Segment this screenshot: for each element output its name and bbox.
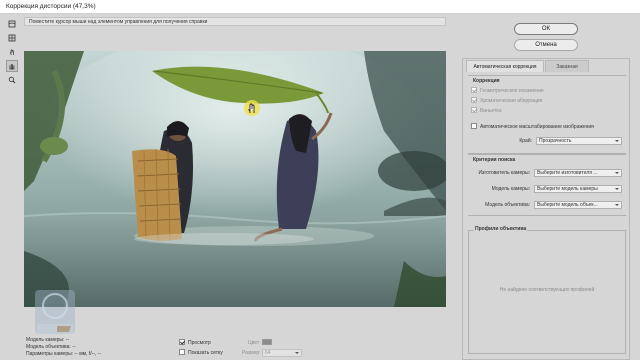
edge-select[interactable]: Прозрачность bbox=[536, 137, 622, 145]
correction-heading: Коррекция bbox=[473, 78, 500, 84]
lens-profiles-heading: Профили объектива bbox=[474, 226, 528, 232]
lens-model-info: Модель объектива: -- bbox=[26, 344, 76, 350]
show-grid-checkbox[interactable] bbox=[179, 349, 185, 355]
photo-preview bbox=[24, 51, 446, 307]
lens-model-select[interactable]: Выберите модель объек... bbox=[534, 201, 622, 209]
preview-checkbox[interactable] bbox=[179, 339, 185, 345]
camera-model-label: Модель камеры: bbox=[491, 186, 530, 192]
camera-make-label: Изготовитель камеры: bbox=[478, 170, 530, 176]
camera-model-value: Выберите модель камеры bbox=[537, 186, 598, 192]
preview-label: Просмотр bbox=[188, 340, 211, 346]
grid-icon bbox=[8, 34, 16, 42]
vignette-checkbox[interactable] bbox=[471, 107, 477, 113]
zoom-tool[interactable] bbox=[6, 74, 18, 86]
bottom-info-bar: Модель камеры: -- Модель объектива: -- П… bbox=[24, 335, 446, 360]
grid-size-value: 64 bbox=[265, 350, 271, 356]
image-preview-canvas[interactable] bbox=[24, 51, 446, 307]
geometric-distortion-label: Геометрическое искажение bbox=[480, 88, 544, 94]
cancel-button[interactable]: Отмена bbox=[514, 39, 578, 51]
camera-model-info: Модель камеры: -- bbox=[26, 337, 70, 343]
show-grid-label: Показать сетку bbox=[188, 350, 223, 356]
camera-make-select[interactable]: Выберите изготовителя ... bbox=[534, 169, 622, 177]
remove-distortion-tool[interactable] bbox=[6, 18, 18, 30]
camera-model-select[interactable]: Выберите модель камеры bbox=[534, 185, 622, 193]
edge-label: Край: bbox=[519, 138, 532, 144]
vignette-label: Виньетка bbox=[480, 108, 502, 114]
hand-pointer-icon bbox=[9, 49, 14, 55]
search-criteria-group: Критерии поиска Изготовитель камеры: Выб… bbox=[468, 154, 626, 216]
lens-model-value: Выберите модель объек... bbox=[537, 202, 598, 208]
tab-auto-correction[interactable]: Автоматическая коррекция bbox=[466, 60, 544, 72]
title-bar: Коррекция дисторсии (47,3%) bbox=[0, 0, 640, 14]
auto-scale-checkbox[interactable] bbox=[471, 123, 477, 129]
window-title: Коррекция дисторсии (47,3%) bbox=[6, 3, 96, 10]
grid-size-select[interactable]: 64 bbox=[262, 349, 302, 357]
grid-size-label: Размер: bbox=[242, 350, 261, 356]
grid-color-swatch[interactable] bbox=[262, 339, 272, 345]
move-grid-tool[interactable] bbox=[6, 46, 18, 58]
straighten-tool[interactable] bbox=[6, 32, 18, 44]
hint-text: Поместите курсор мыши над элементом упра… bbox=[29, 19, 208, 25]
camera-params-info: Параметры камеры: -- мм, f/--, -- bbox=[26, 351, 102, 357]
lens-model-label: Модель объектива: bbox=[485, 202, 530, 208]
lens-profiles-box: Профили объектива Не найдено соответству… bbox=[468, 226, 626, 354]
distortion-icon bbox=[8, 20, 16, 28]
ok-button[interactable]: ОК bbox=[514, 23, 578, 35]
tab-custom[interactable]: Заказная bbox=[545, 60, 589, 72]
hand-tool[interactable] bbox=[6, 60, 18, 72]
geometric-distortion-checkbox[interactable] bbox=[471, 87, 477, 93]
camera-make-value: Выберите изготовителя ... bbox=[537, 170, 598, 176]
hand-cursor-icon bbox=[244, 100, 260, 116]
tool-strip bbox=[5, 18, 19, 88]
hint-bar: Поместите курсор мыши над элементом упра… bbox=[24, 17, 446, 26]
edge-value: Прозрачность bbox=[539, 138, 572, 144]
hand-icon bbox=[9, 64, 15, 70]
watermark-logo bbox=[27, 288, 89, 338]
zoom-icon bbox=[8, 76, 16, 84]
lens-profiles-empty-message: Не найдено соответствующих профилей bbox=[499, 287, 595, 293]
correction-group: Коррекция Геометрическое искажение Хрома… bbox=[468, 75, 626, 154]
chromatic-aberration-label: Хроматическая аберрация bbox=[480, 98, 543, 104]
grid-color-label: Цвет: bbox=[248, 340, 261, 346]
chromatic-aberration-checkbox[interactable] bbox=[471, 97, 477, 103]
search-criteria-heading: Критерии поиска bbox=[473, 157, 516, 163]
auto-scale-label: Автоматическое масштабирование изображен… bbox=[480, 124, 594, 130]
